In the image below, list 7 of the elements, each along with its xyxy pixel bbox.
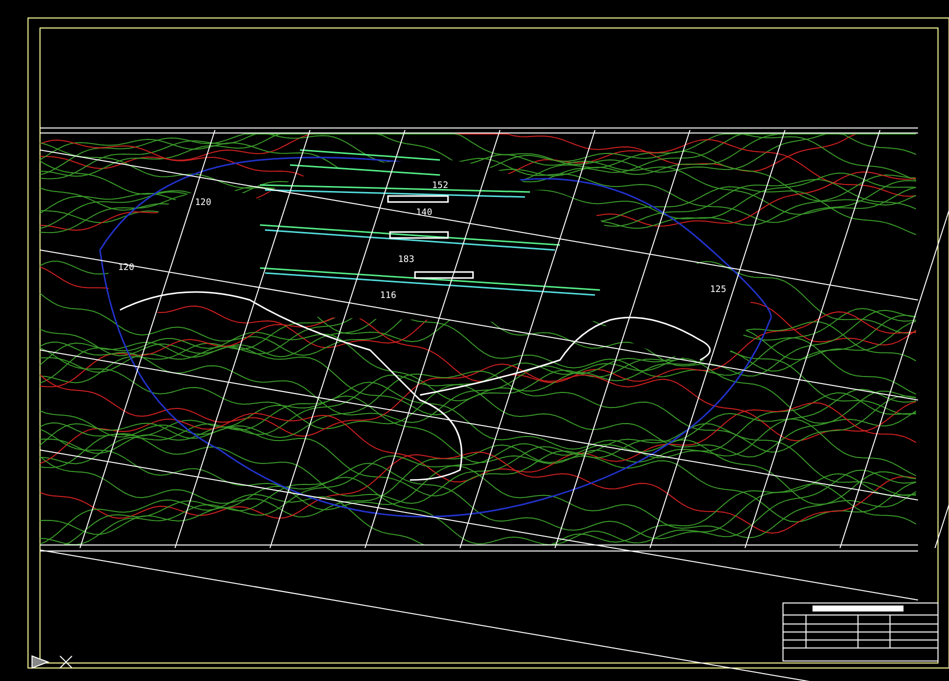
- elevation-label: 140: [416, 208, 432, 218]
- elevation-label: 152: [432, 181, 448, 191]
- ucs-icon: [32, 655, 72, 669]
- elevation-label: 183: [398, 255, 414, 265]
- elevation-label: 125: [710, 285, 726, 295]
- elevation-label: 116: [380, 291, 396, 301]
- elevation-label: 120: [195, 198, 212, 208]
